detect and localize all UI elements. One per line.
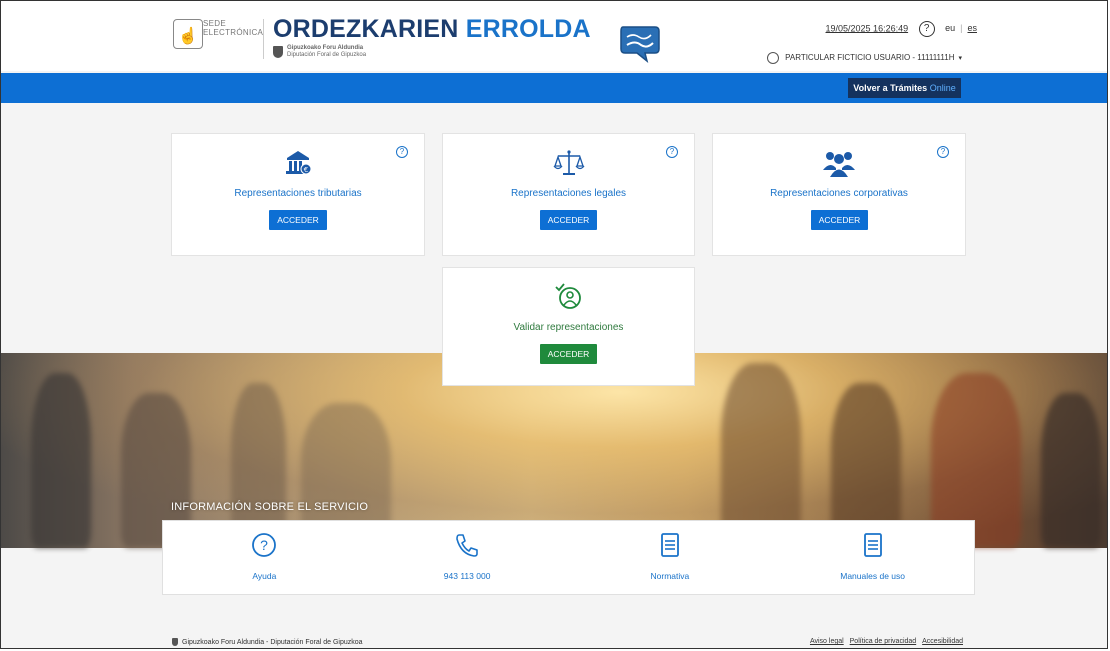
org-line2: Diputación Foral de Gipuzkoa [287, 52, 367, 58]
phone-icon [453, 531, 481, 559]
info-item-label: 943 113 000 [443, 571, 491, 581]
card-corporativas: ? Representaciones corporativas ACCEDER [712, 133, 966, 256]
navigation-bar: Volver a Trámites Online [1, 73, 1107, 103]
help-icon[interactable]: ? [918, 21, 935, 37]
document-icon [656, 531, 684, 559]
shield-icon [172, 638, 178, 646]
bank-euro-icon: € [172, 148, 424, 178]
scales-icon [443, 148, 694, 178]
privacy-policy-link[interactable]: Política de privacidad [850, 638, 917, 645]
back-to-tramites-button[interactable]: Volver a Trámites Online [848, 78, 961, 98]
svg-text:€: € [304, 166, 308, 174]
card-label: Validar representaciones [513, 322, 624, 333]
lang-eu-link[interactable]: eu [945, 23, 955, 33]
footer-org: Gipuzkoako Foru Aldundia - Diputación Fo… [172, 638, 363, 646]
info-section-title: INFORMACIÓN SOBRE EL SERVICIO [171, 501, 369, 513]
user-label: PARTICULAR FICTICIO USUARIO - 11111111H [785, 53, 955, 63]
user-check-icon [443, 282, 694, 312]
card-legales: ? Representaciones legales ACCEDER [442, 133, 695, 256]
sede-text-line1: SEDE [203, 19, 226, 28]
info-item-ayuda[interactable]: ? Ayuda [163, 521, 366, 594]
sede-logo-text: SEDE ELECTRÓNICA [203, 19, 263, 37]
app-title-part1: ORDEZKARIEN [273, 15, 459, 43]
org-line1: Gipuzkoako Foru Aldundia [287, 45, 364, 51]
document-icon [859, 531, 887, 559]
app-title: ORDEZKARIEN ERROLDA [273, 15, 591, 44]
card-validar: Validar representaciones ACCEDER [442, 267, 695, 386]
footer-org-text: Gipuzkoako Foru Aldundia - Diputación Fo… [182, 638, 363, 646]
info-item-phone[interactable]: 943 113 000 [366, 521, 569, 594]
acceder-button[interactable]: ACCEDER [540, 210, 597, 230]
card-label: Representaciones corporativas [770, 188, 908, 199]
page-frame: ☝ SEDE ELECTRÓNICA ORDEZKARIEN ERROLDA G… [0, 0, 1108, 649]
sede-electronica-logo[interactable]: ☝ SEDE ELECTRÓNICA [173, 17, 263, 53]
info-panel: ? Ayuda 943 113 000 Normativa Manuales d… [162, 520, 975, 595]
header: ☝ SEDE ELECTRÓNICA ORDEZKARIEN ERROLDA G… [1, 1, 1107, 71]
acceder-button[interactable]: ACCEDER [811, 210, 868, 230]
card-label: Representaciones tributarias [234, 188, 362, 199]
acceder-button[interactable]: ACCEDER [269, 210, 327, 230]
language-switch: eu | es [945, 23, 977, 34]
people-group-icon [713, 148, 965, 178]
user-check-icon [767, 52, 780, 64]
header-utilities: 19/05/2025 16:26:49 ? eu | es [826, 21, 977, 37]
info-item-label: Ayuda [252, 571, 277, 581]
shield-icon [273, 46, 283, 58]
back-label: Volver a Trámites [853, 83, 928, 93]
acceder-button[interactable]: ACCEDER [540, 344, 597, 364]
info-item-manuales[interactable]: Manuales de uso [771, 521, 974, 594]
hand-touch-icon: ☝ [173, 19, 203, 49]
sede-text-line2: ELECTRÓNICA [203, 28, 264, 37]
info-item-normativa[interactable]: Normativa [569, 521, 772, 594]
info-item-label: Manuales de uso [840, 571, 905, 581]
back-label-online: Online [929, 83, 956, 93]
info-item-label: Normativa [650, 571, 690, 581]
app-title-part2: ERROLDA [465, 15, 591, 43]
footer: Gipuzkoako Foru Aldundia - Diputación Fo… [1, 628, 1107, 648]
header-divider [263, 19, 264, 59]
help-circle-icon: ? [250, 531, 278, 559]
current-datetime: 19/05/2025 16:26:49 [825, 23, 909, 34]
accessibility-link[interactable]: Accesibilidad [922, 638, 963, 645]
speech-bubble-logo-icon [617, 23, 663, 63]
card-tributarias: ? € Representaciones tributarias ACCEDER [171, 133, 425, 256]
card-label: Representaciones legales [510, 188, 627, 199]
footer-links: Aviso legal Política de privacidad Acces… [806, 638, 963, 645]
aviso-legal-link[interactable]: Aviso legal [810, 638, 844, 645]
chevron-down-icon: ▾ [958, 55, 962, 63]
user-menu[interactable]: PARTICULAR FICTICIO USUARIO - 11111111H ▾ [767, 52, 962, 64]
lang-es-link[interactable]: es [967, 23, 977, 33]
svg-text:?: ? [260, 537, 268, 553]
